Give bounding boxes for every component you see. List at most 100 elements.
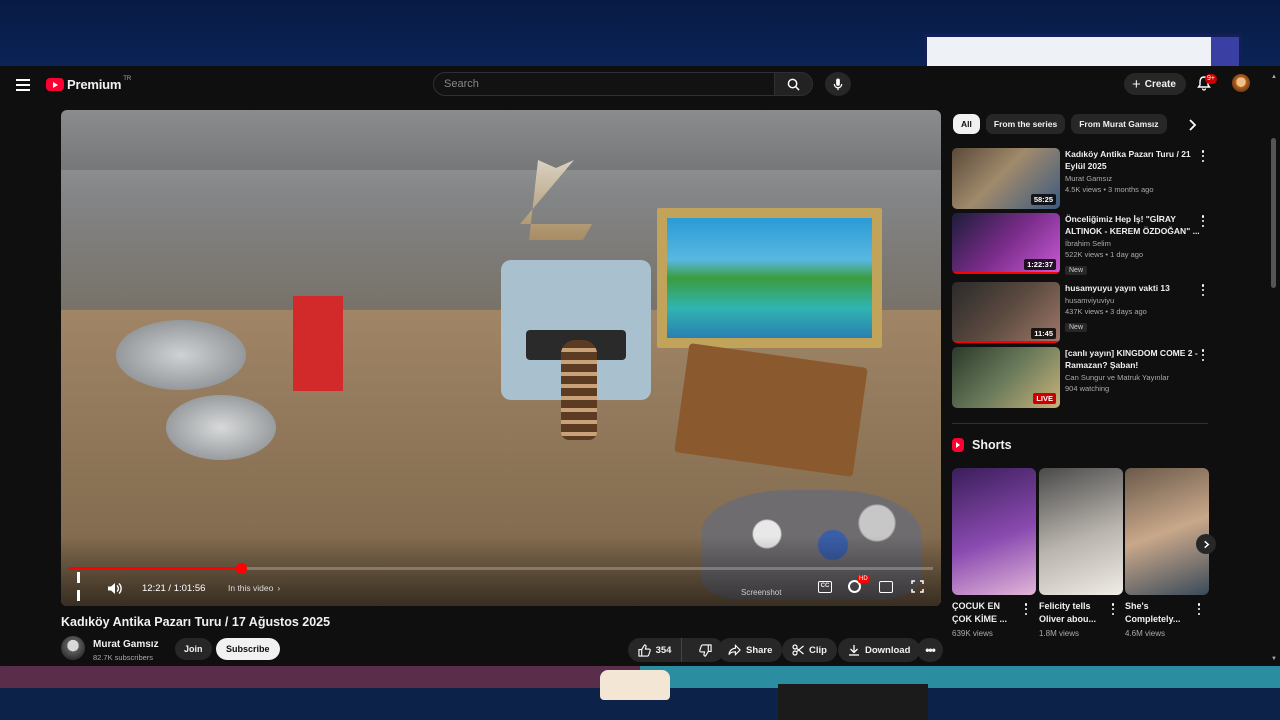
channel-name[interactable]: Murat Gamsız: [93, 639, 159, 650]
recommendation-meta: 904 watching: [1065, 384, 1110, 393]
share-label: Share: [746, 644, 773, 656]
watched-progress-bar: [952, 341, 1060, 343]
clip-button[interactable]: Clip: [782, 638, 837, 662]
short-item[interactable]: ÇOCUK EN ÇOK KİME ... 639K views: [952, 468, 1036, 638]
short-thumbnail[interactable]: [952, 468, 1036, 595]
short-views: 4.6M views: [1125, 629, 1166, 638]
channel-subscriber-count: 82.7K subscribers: [93, 653, 154, 662]
create-button[interactable]: + Create: [1124, 73, 1186, 95]
join-button[interactable]: Join: [175, 638, 212, 660]
duration-badge: 58:25: [1030, 194, 1056, 205]
more-vertical-icon[interactable]: [1201, 150, 1205, 162]
voice-search-button[interactable]: [825, 72, 851, 96]
channel-avatar[interactable]: [61, 636, 85, 660]
page-scrollbar[interactable]: ▲ ▼: [1270, 68, 1278, 664]
video-frame-striped-vase: [561, 340, 597, 440]
search-button[interactable]: [775, 72, 813, 96]
chip-0[interactable]: All: [953, 114, 980, 134]
pause-icon: [77, 570, 87, 606]
like-count: 354: [655, 644, 672, 656]
progress-bar[interactable]: [69, 563, 933, 574]
short-title[interactable]: ÇOCUK EN ÇOK KİME ...: [952, 600, 1020, 626]
download-label: Download: [865, 644, 911, 656]
progress-scrubber-handle[interactable]: [235, 563, 247, 574]
short-title[interactable]: She's Completely...: [1125, 600, 1193, 626]
account-avatar[interactable]: [1232, 74, 1250, 92]
download-button[interactable]: Download: [838, 638, 921, 662]
video-frame-painting: [657, 208, 882, 348]
more-actions-button[interactable]: •••: [917, 638, 943, 662]
recommendation-info: husamyuyu yayın vakti 13 husamviyuviyu 437…: [1065, 282, 1200, 334]
recommendation-info: Önceliğimiz Hep İş! "GİRAY ALTINOK - KER…: [1065, 213, 1200, 277]
share-button[interactable]: Share: [718, 638, 783, 662]
chevron-right-icon: ›: [277, 583, 281, 593]
recommendation-meta: 4.5K views • 3 months ago: [1065, 185, 1154, 194]
recommendation-channel[interactable]: Murat Gamsız: [1065, 174, 1200, 183]
microphone-icon: [833, 77, 843, 90]
duration-badge: 11:45: [1031, 328, 1056, 339]
volume-button[interactable]: [107, 580, 122, 596]
recommendation-thumbnail[interactable]: 11:45: [952, 282, 1060, 343]
more-vertical-icon[interactable]: [1201, 284, 1205, 296]
short-thumbnail[interactable]: [1039, 468, 1123, 595]
recommendation-item[interactable]: LIVE [canlı yayın] KINGDOM COME 2 - Ramaz…: [952, 347, 1212, 409]
shorts-header: Shorts: [952, 438, 1012, 452]
recommendation-item[interactable]: 1:22:37 Önceliğimiz Hep İş! "GİRAY ALTINO…: [952, 213, 1212, 275]
chevron-right-icon: [1203, 540, 1209, 548]
more-vertical-icon[interactable]: [1197, 603, 1201, 615]
recommendation-thumbnail[interactable]: 1:22:37: [952, 213, 1060, 274]
pause-button[interactable]: [77, 572, 87, 601]
scissors-icon: [792, 644, 804, 656]
recommendation-info: [canlı yayın] KINGDOM COME 2 - Ramazan? …: [1065, 347, 1200, 393]
recommendation-title[interactable]: [canlı yayın] KINGDOM COME 2 - Ramazan? …: [1065, 347, 1200, 371]
recommendation-item[interactable]: 11:45 husamyuyu yayın vakti 13 husamviyuvi…: [952, 282, 1212, 344]
shorts-next-button[interactable]: [1196, 534, 1216, 554]
fullscreen-icon[interactable]: [911, 580, 924, 593]
recommendation-thumbnail[interactable]: LIVE: [952, 347, 1060, 408]
recommendation-channel[interactable]: Can Sungur ve Matruk Yayınlar: [1065, 373, 1200, 382]
recommendation-channel[interactable]: İbrahim Selim: [1065, 239, 1200, 248]
like-dislike-group: 354: [628, 638, 724, 662]
recommendation-title[interactable]: Önceliğimiz Hep İş! "GİRAY ALTINOK - KER…: [1065, 213, 1200, 237]
scroll-down-arrow-icon[interactable]: ▼: [1271, 656, 1277, 662]
scrollbar-thumb[interactable]: [1271, 138, 1276, 288]
progress-played: [69, 567, 241, 570]
more-horizontal-icon: •••: [925, 643, 936, 657]
captions-icon[interactable]: CC: [818, 581, 832, 593]
short-item[interactable]: She's Completely... 4.6M views: [1125, 468, 1209, 638]
like-button[interactable]: 354: [628, 638, 683, 662]
video-frame-red-stand: [293, 296, 343, 391]
chip-2[interactable]: From Murat Gamsız: [1071, 114, 1167, 134]
recommendation-meta: 437K views • 3 days ago: [1065, 307, 1147, 316]
more-vertical-icon[interactable]: [1201, 215, 1205, 227]
theater-mode-icon[interactable]: [879, 581, 893, 593]
new-badge: New: [1065, 266, 1088, 275]
chapter-button[interactable]: In this video ›: [228, 580, 280, 596]
short-thumbnail[interactable]: [1125, 468, 1209, 595]
more-vertical-icon[interactable]: [1111, 603, 1115, 615]
volume-icon: [108, 582, 122, 594]
chips-next-arrow-icon[interactable]: [1184, 117, 1200, 133]
recommendation-title[interactable]: Kadıköy Antika Pazarı Turu / 21 Eylül 20…: [1065, 148, 1200, 172]
recommendation-channel[interactable]: husamviyuviyu: [1065, 296, 1200, 305]
video-player[interactable]: 12:21 / 1:01:56 In this video › Screensh…: [61, 110, 941, 606]
recommendation-title[interactable]: husamyuyu yayın vakti 13: [1065, 282, 1200, 294]
chip-1[interactable]: From the series: [985, 114, 1066, 134]
video-frame-silver-bowl: [116, 320, 246, 390]
search-input[interactable]: Search: [433, 72, 775, 96]
more-vertical-icon[interactable]: [1201, 349, 1205, 361]
youtube-premium-logo[interactable]: Premium TR: [46, 76, 131, 92]
clip-label: Clip: [809, 644, 827, 656]
recommendation-item[interactable]: 58:25 Kadıköy Antika Pazarı Turu / 21 Eyl…: [952, 148, 1212, 210]
short-title[interactable]: Felicity tells Oliver abou...: [1039, 600, 1107, 626]
short-item[interactable]: Felicity tells Oliver abou... 1.8M views: [1039, 468, 1123, 638]
menu-icon[interactable]: [16, 79, 30, 91]
pixel-cat-sprite: [600, 670, 670, 700]
thumbs-up-icon: [637, 643, 651, 657]
notification-badge: 9+: [1205, 74, 1217, 84]
more-vertical-icon[interactable]: [1024, 603, 1028, 615]
scroll-up-arrow-icon[interactable]: ▲: [1271, 74, 1277, 80]
recommendation-thumbnail[interactable]: 58:25: [952, 148, 1060, 209]
subscribe-button[interactable]: Subscribe: [216, 638, 280, 660]
search-icon: [787, 78, 800, 91]
